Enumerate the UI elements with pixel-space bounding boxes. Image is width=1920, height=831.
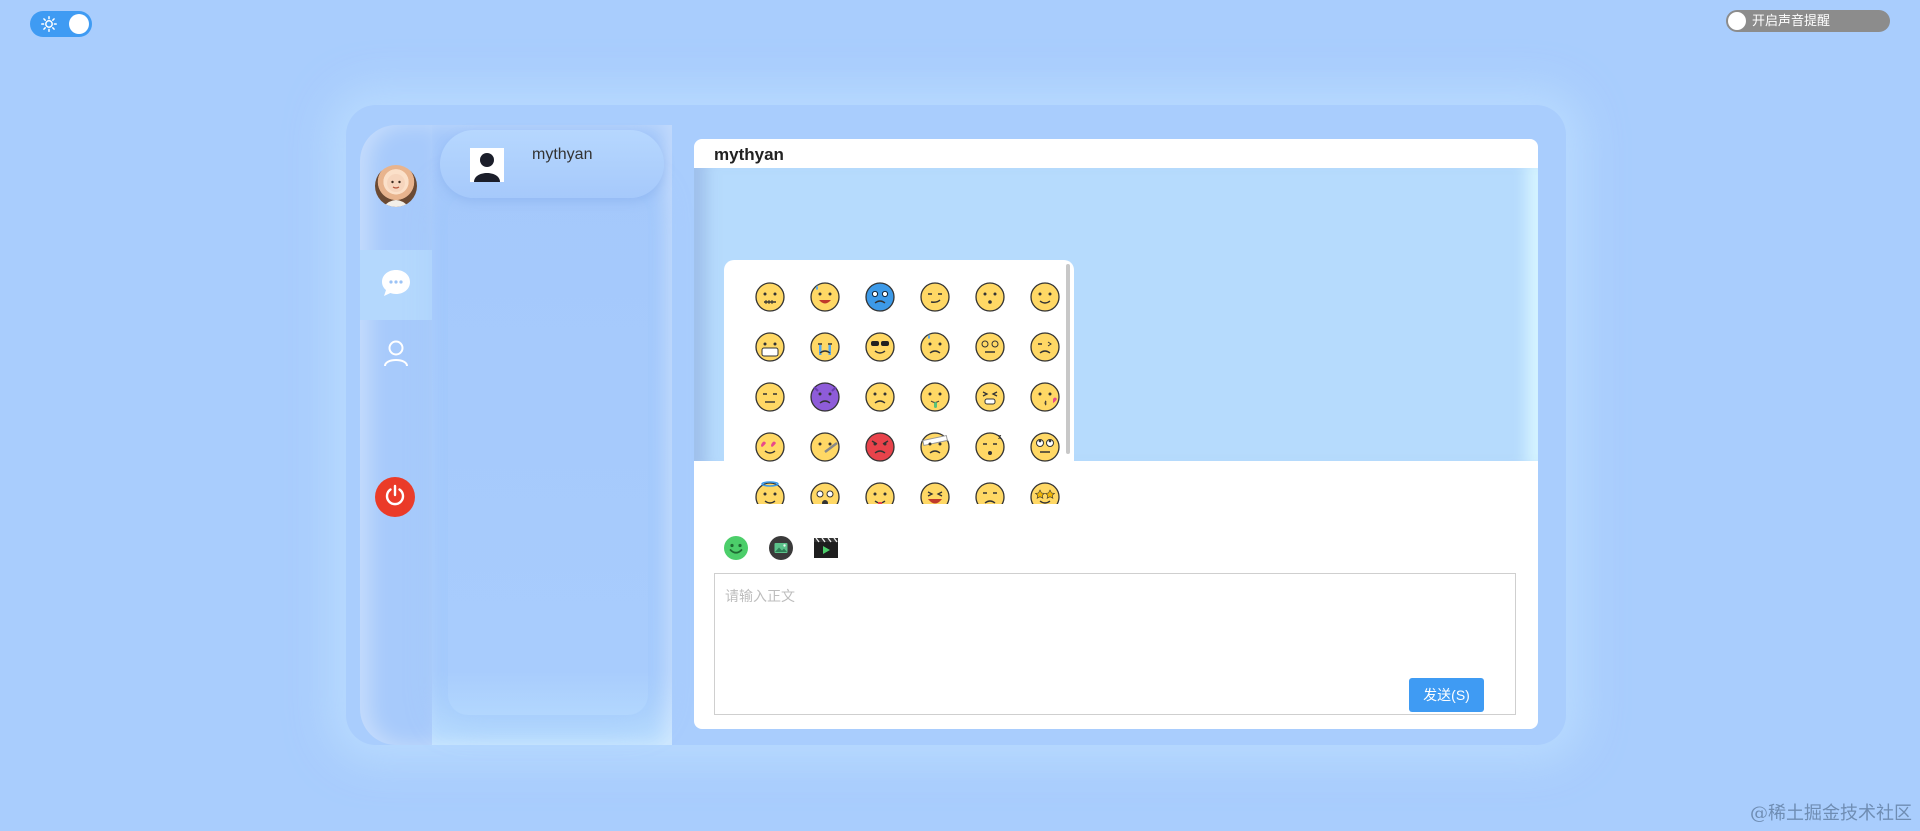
svg-text:z: z [998, 434, 1002, 441]
message-input[interactable] [715, 574, 1515, 714]
user-icon [381, 338, 411, 373]
kissing-heart-emoji-icon[interactable] [1017, 372, 1072, 422]
theme-toggle[interactable] [30, 11, 92, 37]
dizzy-eyes-emoji-icon[interactable] [962, 322, 1017, 372]
power-icon [384, 484, 406, 511]
power-button[interactable] [375, 477, 415, 517]
user-avatar[interactable] [375, 165, 417, 207]
cold-blue-emoji-icon[interactable] [852, 272, 907, 322]
toggle-knob [1728, 12, 1746, 30]
toggle-knob [69, 14, 89, 34]
halo-emoji-icon[interactable] [742, 472, 797, 504]
message-editor [714, 573, 1516, 715]
wink-frown-emoji-icon[interactable] [1017, 322, 1072, 372]
sleepy-z-emoji-icon[interactable]: z [962, 422, 1017, 472]
list-glow [448, 195, 648, 715]
crying-emoji-icon[interactable] [797, 322, 852, 372]
sunglasses-emoji-icon[interactable] [852, 322, 907, 372]
watermark: @稀土掘金技术社区 [1750, 803, 1912, 824]
emoji-button[interactable] [723, 535, 749, 561]
frown-emoji-icon[interactable] [852, 372, 907, 422]
unamused-emoji-icon[interactable] [962, 472, 1017, 504]
emoji-grid: z [742, 272, 1072, 504]
zipper-mouth-emoji-icon[interactable] [742, 272, 797, 322]
smirk-emoji-icon[interactable] [907, 272, 962, 322]
squint-grimace-emoji-icon[interactable] [962, 372, 1017, 422]
purple-devil-emoji-icon[interactable] [797, 372, 852, 422]
sidebar [360, 125, 432, 745]
emoji-picker: z [724, 260, 1074, 504]
star-struck-emoji-icon[interactable] [1017, 472, 1072, 504]
drooling-emoji-icon[interactable] [907, 372, 962, 422]
image-button[interactable] [768, 535, 794, 561]
contact-name: mythyan [532, 146, 593, 163]
sweat-smile-emoji-icon[interactable] [797, 272, 852, 322]
chat-bubble-icon [380, 268, 412, 303]
sweat-sad-emoji-icon[interactable] [907, 322, 962, 372]
video-icon [814, 537, 838, 558]
sound-alert-label: 开启声音提醒 [1752, 13, 1831, 28]
heart-eyes-emoji-icon[interactable] [742, 422, 797, 472]
contact-avatar-icon [470, 148, 504, 182]
send-button[interactable]: 发送(S) [1409, 678, 1484, 712]
thermometer-emoji-icon[interactable] [797, 422, 852, 472]
chat-panel: mythyan z 发送(S) [694, 139, 1538, 729]
emoji-icon [724, 536, 748, 560]
astonished-emoji-icon[interactable] [797, 472, 852, 504]
emoji-scrollbar[interactable] [1066, 264, 1070, 454]
chat-title: mythyan [714, 145, 784, 164]
contact-item[interactable]: mythyan [440, 130, 664, 198]
video-button[interactable] [813, 535, 839, 561]
slight-smile-emoji-icon[interactable] [1017, 272, 1072, 322]
expressionless-emoji-icon[interactable] [742, 372, 797, 422]
angry-red-emoji-icon[interactable] [852, 422, 907, 472]
grinning-squint-emoji-icon[interactable] [907, 472, 962, 504]
mask-emoji-icon[interactable] [742, 322, 797, 372]
nav-contacts[interactable] [360, 320, 432, 390]
tongue-out-emoji-icon[interactable] [852, 472, 907, 504]
rolling-eyes-emoji-icon[interactable] [1017, 422, 1072, 472]
nav-chat[interactable] [360, 250, 432, 320]
bandaged-emoji-icon[interactable] [907, 422, 962, 472]
sound-alert-toggle[interactable]: 开启声音提醒 [1726, 10, 1890, 32]
contact-list: mythyan [432, 125, 672, 745]
sun-icon [41, 16, 57, 37]
image-icon [769, 536, 793, 560]
hushed-emoji-icon[interactable] [962, 272, 1017, 322]
